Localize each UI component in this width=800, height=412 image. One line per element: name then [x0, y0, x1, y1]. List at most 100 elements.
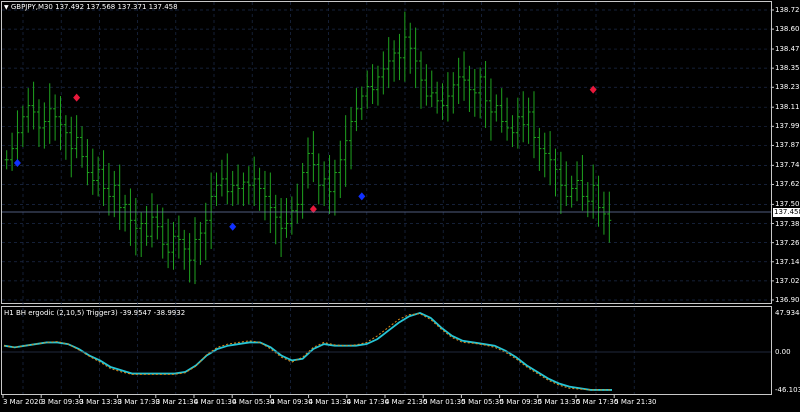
- price-bar: [230, 170, 235, 206]
- price-bar: [273, 194, 278, 245]
- price-bar: [526, 97, 531, 144]
- chart-canvas[interactable]: [0, 0, 800, 408]
- price-bar: [408, 22, 413, 74]
- price-bars: [4, 11, 612, 285]
- indicator-frame: [1, 306, 772, 395]
- price-bar: [548, 131, 553, 186]
- price-bar: [375, 65, 380, 106]
- price-bar: [591, 164, 596, 219]
- price-bar: [580, 155, 585, 211]
- price-bar: [386, 37, 391, 89]
- price-bar: [381, 51, 386, 95]
- price-label: 136.900: [775, 296, 800, 304]
- time-label: 4 Mar 09:30: [270, 398, 313, 406]
- price-bar: [262, 170, 267, 221]
- time-label: 5 Mar 05:30: [461, 398, 504, 406]
- price-bar: [515, 97, 520, 149]
- price-label: 137.140: [775, 257, 800, 266]
- price-bar: [596, 175, 601, 227]
- chart-window[interactable]: ▼ GBPJPY,M30 137.492 137.568 137.371 137…: [0, 0, 800, 408]
- price-label: 137.870: [775, 141, 800, 150]
- symbol-header[interactable]: ▼ GBPJPY,M30 137.492 137.568 137.371 137…: [4, 3, 178, 12]
- price-bar: [413, 27, 418, 89]
- price-bar: [42, 102, 47, 149]
- price-bar: [418, 51, 423, 109]
- indicator-lines: [3, 311, 612, 391]
- sell-signal-diamond: [589, 85, 597, 94]
- price-bar: [80, 126, 85, 168]
- price-bar: [268, 172, 273, 234]
- price-bar: [332, 159, 337, 216]
- price-bar: [537, 127, 542, 171]
- price-bar: [252, 156, 257, 206]
- symbol-header-text: GBPJPY,M30 137.492 137.568 137.371 137.4…: [10, 3, 178, 11]
- sell-signal-diamond: [73, 93, 81, 102]
- price-bar: [203, 202, 208, 261]
- time-label: 4 Mar 13:30: [308, 398, 351, 406]
- price-label: 138.475: [775, 45, 800, 54]
- price-bar: [300, 162, 305, 219]
- price-label: 137.260: [775, 238, 800, 247]
- price-bar: [343, 115, 348, 187]
- time-label: 5 Mar 13:30: [537, 398, 581, 406]
- price-bar: [58, 96, 63, 151]
- ergodic-main-line: [3, 311, 612, 391]
- price-label: 138.720: [775, 6, 800, 14]
- price-bar: [429, 70, 434, 108]
- grid-lines: [2, 2, 771, 394]
- price-bar: [53, 94, 58, 141]
- price-bar: [521, 91, 526, 143]
- price-bar: [456, 57, 461, 105]
- buy-signal-diamond: [229, 222, 237, 231]
- price-bar: [139, 212, 144, 257]
- price-bar: [462, 51, 467, 101]
- price-bar: [392, 40, 397, 82]
- price-bar: [542, 132, 547, 178]
- price-bar: [47, 83, 52, 144]
- price-bar: [225, 153, 230, 205]
- price-bar: [209, 172, 214, 250]
- price-bar: [435, 81, 440, 114]
- price-bar: [505, 97, 510, 141]
- price-bar: [472, 68, 477, 117]
- price-bar: [166, 218, 171, 269]
- chevron-down-icon[interactable]: ▼: [4, 4, 9, 11]
- signal-markers: [13, 85, 597, 231]
- current-price-badge: 137.458: [773, 208, 800, 217]
- price-bar: [176, 215, 181, 259]
- price-bar: [74, 115, 79, 159]
- price-label: 137.380: [775, 219, 800, 228]
- price-bar: [117, 164, 122, 230]
- time-label: 3 Mar 09:30: [41, 398, 84, 406]
- price-bar: [123, 194, 128, 232]
- price-bar: [63, 115, 68, 160]
- price-bar: [424, 64, 429, 106]
- time-label: 5 Mar 01:30: [423, 398, 466, 406]
- price-bar: [160, 207, 165, 259]
- price-bar: [531, 91, 536, 159]
- price-bar: [370, 64, 375, 105]
- buy-signal-diamond: [13, 158, 21, 167]
- price-bar: [316, 153, 321, 205]
- time-label: 4 Mar 01:30: [194, 398, 237, 406]
- price-bar: [15, 110, 20, 162]
- price-bar: [569, 175, 574, 208]
- price-bar: [112, 170, 117, 218]
- price-bar: [295, 183, 300, 224]
- price-bar: [4, 150, 9, 170]
- price-bar: [133, 198, 138, 256]
- price-label: 137.625: [775, 180, 800, 189]
- price-bar: [279, 198, 284, 257]
- price-bar: [359, 86, 364, 120]
- price-bar: [246, 166, 251, 205]
- price-bar: [36, 99, 41, 148]
- price-bar: [284, 198, 289, 238]
- price-bar: [322, 161, 327, 206]
- price-bar: [171, 221, 176, 270]
- price-label: 138.110: [775, 103, 800, 112]
- time-label: 3 Mar 17:30: [117, 398, 160, 406]
- price-bar: [149, 193, 154, 248]
- price-bar: [31, 81, 36, 130]
- price-bar: [349, 107, 354, 170]
- price-bar: [241, 172, 246, 206]
